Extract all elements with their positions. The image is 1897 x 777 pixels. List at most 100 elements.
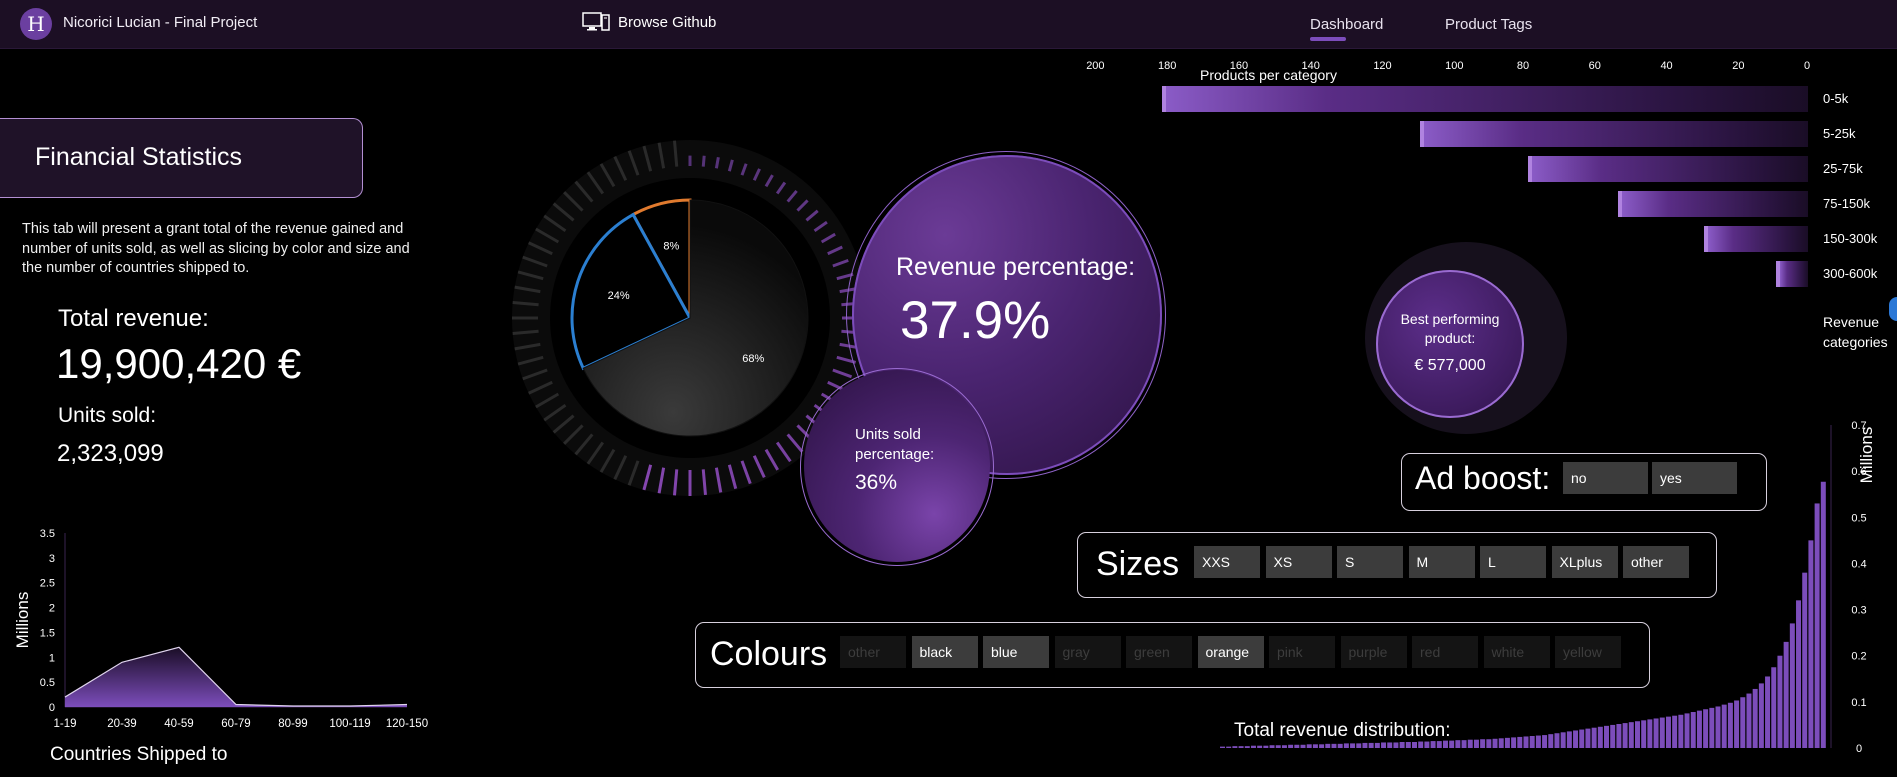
distribution-bar [1820, 481, 1826, 748]
distribution-bar [1616, 724, 1622, 748]
colour-option-blue[interactable]: blue [983, 636, 1049, 668]
distribution-bar [1672, 715, 1678, 748]
distribution-bar [1381, 742, 1387, 748]
app-title: Nicorici Lucian - Final Project [63, 14, 258, 31]
x-tick-label: 0 [1804, 60, 1811, 72]
distribution-bar [1337, 743, 1343, 748]
distribution-bar [1684, 713, 1690, 748]
revenue-percentage-value: 37.9% [900, 291, 1051, 350]
distribution-bar [1647, 719, 1653, 748]
browse-github-label: Browse Github [618, 13, 717, 31]
gauge-slice-label: 24% [608, 290, 630, 302]
distribution-bar [1288, 744, 1294, 748]
y-axis-title: Millions [13, 592, 32, 649]
distribution-bar [1492, 738, 1498, 748]
distribution-bar [1220, 746, 1225, 748]
distribution-bar [1789, 623, 1795, 748]
distribution-bar [1226, 746, 1232, 748]
distribution-bar [1604, 725, 1610, 748]
best-product-value: € 577,000 [1414, 357, 1486, 374]
distribution-bar [1579, 729, 1585, 748]
x-tick-label: 200 [1086, 60, 1105, 72]
revenue-percentage-label: Revenue percentage: [896, 253, 1136, 281]
distribution-bar [1331, 743, 1337, 748]
section-description: This tab will present a grant total of t… [22, 221, 410, 276]
distribution-bar [1746, 693, 1752, 748]
y-tick-label: 0.5 [1851, 512, 1866, 524]
units-sold-value: 2,323,099 [57, 440, 164, 467]
distribution-bar [1275, 745, 1281, 748]
category-label: 150-300k [1823, 231, 1878, 246]
x-tick-label: 100 [1445, 60, 1464, 72]
distribution-bar [1412, 742, 1418, 748]
computer-icon [582, 12, 610, 31]
distribution-bar [1535, 735, 1541, 748]
tab-product-tags[interactable]: Product Tags [1445, 16, 1532, 33]
x-tick-label: 80-99 [278, 718, 307, 730]
x-tick-label: 140 [1301, 60, 1320, 72]
distribution-bar [1715, 706, 1721, 748]
tab-dashboard[interactable]: Dashboard [1310, 16, 1383, 41]
distribution-bar [1758, 683, 1764, 748]
x-tick-label: 80 [1516, 60, 1530, 72]
y-tick-label: 3.5 [40, 528, 55, 540]
distribution-bar [1486, 739, 1492, 748]
app-logo[interactable]: H [20, 8, 52, 40]
distribution-bar [1368, 742, 1374, 748]
y-tick-label: 1.5 [40, 627, 55, 639]
y-tick-label: 3 [49, 553, 55, 565]
distribution-bar [1294, 744, 1300, 748]
distribution-bar [1319, 744, 1325, 748]
scroll-handle[interactable] [1889, 297, 1897, 321]
x-tick-label: 1-19 [53, 718, 76, 730]
category-label: 0-5k [1823, 91, 1849, 106]
y-tick-label: 0.3 [1851, 605, 1866, 617]
colour-option-gray[interactable]: gray [1054, 636, 1121, 668]
browse-github-link[interactable]: Browse Github [582, 12, 716, 32]
distribution-bar [1771, 667, 1777, 748]
colours-title: Colours [710, 635, 828, 673]
distribution-bar [1752, 688, 1758, 748]
units-percentage-label-1: Units sold [855, 426, 921, 443]
distribution-bar [1244, 746, 1250, 748]
distribution-bar [1665, 716, 1671, 748]
sizes-title: Sizes [1096, 545, 1180, 583]
distribution-bar [1678, 714, 1684, 748]
x-tick-label: 60 [1588, 60, 1601, 72]
colour-option-green[interactable]: green [1126, 636, 1192, 668]
units-sold-label: Units sold: [58, 404, 157, 427]
distribution-bar [1696, 710, 1702, 748]
category-bar [1161, 86, 1808, 112]
distribution-bar [1473, 739, 1479, 748]
colour-option-other[interactable]: other [840, 636, 906, 668]
distribution-bar [1777, 655, 1783, 748]
x-tick-label: 160 [1229, 60, 1249, 72]
distribution-bar [1808, 540, 1814, 748]
category-bar [1703, 226, 1808, 252]
distribution-bar [1517, 736, 1523, 748]
x-tick-label: 180 [1157, 60, 1177, 72]
distribution-bar [1610, 724, 1616, 748]
distribution-bar [1641, 720, 1647, 748]
y-tick-label: 0.1 [1851, 697, 1866, 709]
y-tick-label: 0.2 [1851, 651, 1866, 663]
section-title: Financial Statistics [35, 143, 243, 171]
distribution-bar [1442, 740, 1448, 748]
y-tick-label: 2 [49, 603, 55, 615]
bubble-ring [800, 368, 994, 566]
y-tick-label: 1 [49, 652, 55, 664]
distribution-bar [1734, 700, 1740, 748]
distribution-bar [1467, 739, 1473, 748]
x-tick-label: 120-150 [386, 718, 428, 730]
distribution-bar [1257, 745, 1263, 748]
distribution-bar [1709, 707, 1715, 748]
distribution-bar [1455, 740, 1461, 748]
distribution-bar [1542, 735, 1548, 748]
area-fill [65, 647, 407, 707]
category-label: 75-150k [1823, 196, 1870, 211]
colour-option-black[interactable]: black [911, 636, 978, 668]
distribution-bar [1424, 741, 1430, 748]
distribution-bar [1690, 712, 1696, 748]
distribution-bar [1343, 743, 1349, 748]
distribution-bar [1628, 722, 1634, 748]
